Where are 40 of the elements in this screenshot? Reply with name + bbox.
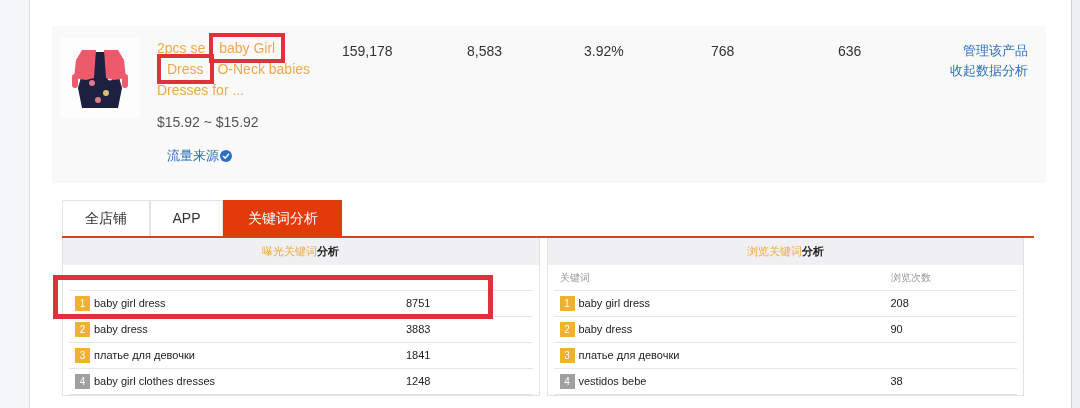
rank-badge: 2 xyxy=(559,322,575,337)
column-header: 关键词 xyxy=(559,271,591,285)
count-cell-text: 1248 xyxy=(406,374,431,390)
keyword-cell-text: baby girl clothes dresses xyxy=(94,374,217,390)
column-header: 浏览次数 xyxy=(890,271,931,285)
rank-badge: 4 xyxy=(75,374,90,389)
traffic-source-link[interactable]: 流量来源 xyxy=(167,146,232,166)
rank-badge: 3 xyxy=(75,348,90,363)
count-cell-text: 1841 xyxy=(406,348,431,364)
count-cell-text: 8751 xyxy=(406,296,431,312)
stat-value: 159,178 xyxy=(342,42,394,61)
rank-badge: 3 xyxy=(559,348,575,363)
rank-badge: 4 xyxy=(559,374,575,389)
keyword-cell-text: baby girl dress xyxy=(94,296,167,312)
tab[interactable]: APP xyxy=(150,200,223,236)
tab[interactable]: 关键词分析 xyxy=(223,200,342,236)
rank-badge: 1 xyxy=(75,296,90,311)
panel-title: 曝光关键词分析 xyxy=(63,238,539,265)
panel-title: 浏览关键词分析 xyxy=(547,238,1023,265)
stat-value: 636 xyxy=(838,42,863,61)
stat-value: 768 xyxy=(711,42,736,61)
check-icon xyxy=(220,149,232,162)
stat-value: 8,583 xyxy=(467,42,504,61)
count-cell-text: 3883 xyxy=(406,322,431,338)
price-range: $15.92 ~ $15.92 xyxy=(157,113,260,132)
keyword-cell-text: платье для девочки xyxy=(94,348,196,364)
count-cell-text: 208 xyxy=(890,296,909,312)
action-link[interactable]: 收起数据分析 xyxy=(950,61,1028,81)
tab[interactable]: 全店铺 xyxy=(62,200,150,236)
count-cell-text: 38 xyxy=(890,374,903,390)
count-cell-text: 90 xyxy=(890,322,903,338)
keyword-cell-text: baby dress xyxy=(578,322,634,338)
rank-badge: 1 xyxy=(559,296,575,311)
rank-badge: 2 xyxy=(75,322,90,337)
keyword-cell-text: baby dress xyxy=(94,322,149,338)
action-link[interactable]: 管理该产品 xyxy=(963,41,1028,61)
keyword-cell-text: платье для девочки xyxy=(578,348,681,364)
keyword-cell-text: vestidos bebe xyxy=(578,374,648,390)
stat-value: 3.92% xyxy=(584,42,625,61)
keyword-cell-text: baby girl dress xyxy=(578,296,652,312)
